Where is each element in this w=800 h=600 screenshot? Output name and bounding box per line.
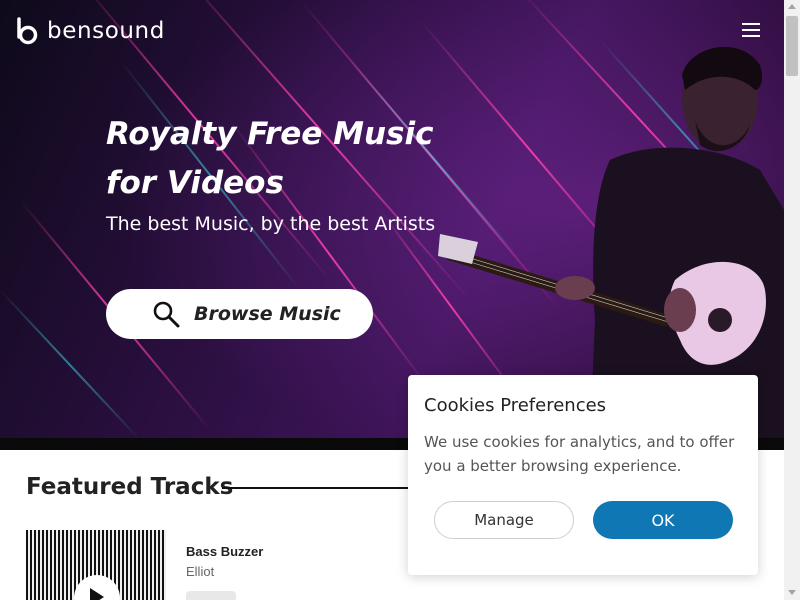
browse-music-label: Browse Music: [194, 303, 341, 325]
scroll-up-arrow-icon[interactable]: [788, 4, 796, 9]
track-artist[interactable]: Elliot: [186, 564, 214, 579]
featured-tracks-heading: Featured Tracks: [26, 474, 234, 500]
hero-title: Royalty Free Music for Videos: [106, 110, 446, 208]
track-title[interactable]: Bass Buzzer: [186, 544, 263, 559]
bensound-logo-icon: [17, 17, 38, 45]
scroll-down-arrow-icon[interactable]: [788, 590, 796, 595]
cookie-preferences-dialog: Cookies Preferences We use cookies for a…: [408, 375, 758, 575]
section-divider: [222, 487, 422, 489]
accept-cookies-button[interactable]: OK: [593, 501, 733, 539]
page-scrollbar[interactable]: [784, 0, 800, 600]
search-icon: [153, 301, 180, 328]
hero-title-line1: Royalty Free Music: [106, 116, 434, 152]
hero-subtitle: The best Music, by the best Artists: [106, 213, 436, 235]
cookie-dialog-title: Cookies Preferences: [424, 395, 607, 416]
cookie-dialog-text: We use cookies for analytics, and to off…: [424, 433, 735, 475]
brand-logo[interactable]: bensound: [16, 17, 165, 45]
scrollbar-thumb[interactable]: [786, 16, 798, 76]
manage-cookies-button[interactable]: Manage: [434, 501, 574, 539]
hero-title-line2: for Videos: [106, 165, 284, 201]
track-thumbnail[interactable]: [26, 530, 166, 600]
brand-name: bensound: [47, 18, 165, 44]
browse-music-button[interactable]: Browse Music: [106, 289, 373, 339]
play-icon: [90, 588, 104, 600]
track-tag[interactable]: [186, 591, 236, 600]
hamburger-menu-icon[interactable]: [742, 23, 762, 39]
